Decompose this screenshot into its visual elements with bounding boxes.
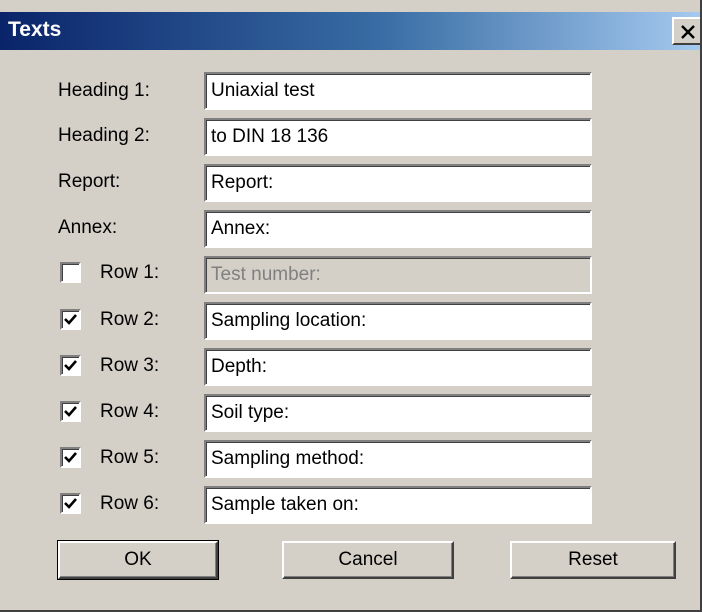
row5-label: Row 5: <box>100 447 160 468</box>
heading1-input[interactable] <box>204 72 592 110</box>
row6-input[interactable] <box>204 486 592 524</box>
row4-input[interactable] <box>204 394 592 432</box>
close-button[interactable] <box>672 17 700 45</box>
checkmark-icon <box>64 452 77 463</box>
heading2-input[interactable] <box>204 118 592 156</box>
row2-checkbox[interactable] <box>60 309 81 330</box>
heading2-label: Heading 2: <box>58 125 150 146</box>
heading1-label: Heading 1: <box>58 80 150 101</box>
reset-button[interactable]: Reset <box>510 541 676 579</box>
close-icon <box>681 25 695 39</box>
ok-button[interactable]: OK <box>57 540 219 580</box>
report-input[interactable] <box>204 164 592 202</box>
row2-label: Row 2: <box>100 309 160 330</box>
row4-label: Row 4: <box>100 401 160 422</box>
checkmark-icon <box>64 314 77 325</box>
row5-input[interactable] <box>204 440 592 478</box>
row3-label: Row 3: <box>100 355 160 376</box>
row3-input[interactable] <box>204 348 592 386</box>
checkmark-icon <box>64 360 77 371</box>
row2-input[interactable] <box>204 302 592 340</box>
title-bar[interactable]: Texts <box>0 12 700 50</box>
dialog-title: Texts <box>8 18 62 41</box>
row3-checkbox[interactable] <box>60 355 81 376</box>
row6-label: Row 6: <box>100 493 160 514</box>
cancel-button[interactable]: Cancel <box>282 541 454 579</box>
row5-checkbox[interactable] <box>60 447 81 468</box>
checkmark-icon <box>64 498 77 509</box>
row4-checkbox[interactable] <box>60 401 81 422</box>
report-label: Report: <box>58 171 121 192</box>
checkmark-icon <box>64 406 77 417</box>
annex-label: Annex: <box>58 217 118 238</box>
texts-dialog: Texts Heading 1: Heading 2: Report: Anne… <box>0 0 702 612</box>
row1-input <box>204 256 592 294</box>
row6-checkbox[interactable] <box>60 493 81 514</box>
annex-input[interactable] <box>204 210 592 248</box>
row1-checkbox[interactable] <box>60 262 81 283</box>
row1-label: Row 1: <box>100 262 160 283</box>
